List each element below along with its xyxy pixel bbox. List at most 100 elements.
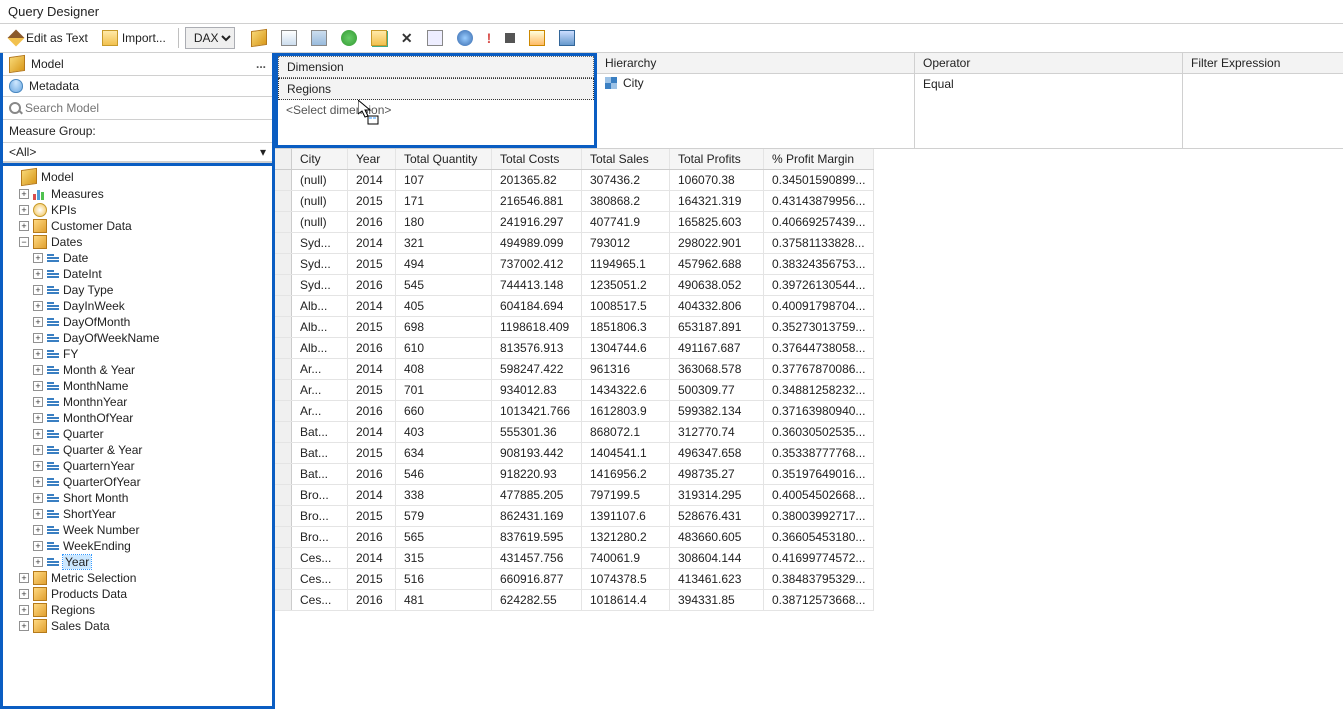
tree-attribute[interactable]: Quarter (63, 427, 104, 441)
cell[interactable]: 201365.82 (492, 170, 582, 191)
cell[interactable]: 0.37163980940... (764, 401, 874, 422)
cell[interactable]: (null) (292, 191, 348, 212)
cell[interactable]: 837619.595 (492, 527, 582, 548)
cell[interactable]: 1018614.4 (582, 590, 670, 611)
cell[interactable]: 2015 (348, 506, 396, 527)
row-header[interactable] (275, 191, 292, 212)
cell[interactable]: 216546.881 (492, 191, 582, 212)
cell[interactable]: 634 (396, 443, 492, 464)
expand-toggle[interactable]: − (19, 237, 29, 247)
cell[interactable]: 1391107.6 (582, 506, 670, 527)
row-header[interactable] (275, 275, 292, 296)
tree-kpis[interactable]: KPIs (51, 203, 76, 217)
expand-toggle[interactable]: + (33, 253, 43, 263)
cell[interactable]: 1008517.5 (582, 296, 670, 317)
tree-attribute[interactable]: DayOfMonth (63, 315, 130, 329)
expand-toggle[interactable]: + (33, 557, 43, 567)
cell[interactable]: Ar... (292, 380, 348, 401)
cell[interactable]: 241916.297 (492, 212, 582, 233)
cell[interactable]: 496347.658 (670, 443, 764, 464)
cell[interactable]: 653187.891 (670, 317, 764, 338)
cell[interactable]: 0.35338777768... (764, 443, 874, 464)
cell[interactable]: 599382.134 (670, 401, 764, 422)
column-header[interactable]: Total Sales (582, 149, 670, 170)
cell[interactable]: 2014 (348, 296, 396, 317)
table-row[interactable]: Bat...2014403555301.36868072.1312770.740… (275, 422, 874, 443)
column-header[interactable]: City (292, 149, 348, 170)
dimension-column[interactable]: Dimension Regions <Select dimension> (275, 53, 597, 148)
row-header[interactable] (275, 317, 292, 338)
cell[interactable]: 2014 (348, 548, 396, 569)
cell[interactable]: 0.36605453180... (764, 527, 874, 548)
cell[interactable]: 405 (396, 296, 492, 317)
cell[interactable]: 2016 (348, 338, 396, 359)
cell[interactable]: 2015 (348, 380, 396, 401)
cell[interactable]: 403 (396, 422, 492, 443)
cell[interactable]: 2016 (348, 464, 396, 485)
cell[interactable]: 0.41699774572... (764, 548, 874, 569)
cell[interactable]: 408 (396, 359, 492, 380)
expand-toggle[interactable]: + (19, 205, 29, 215)
search-input[interactable] (25, 101, 266, 115)
import-button[interactable]: Import... (96, 27, 172, 49)
cell[interactable]: 477885.205 (492, 485, 582, 506)
cell[interactable]: 483660.605 (670, 527, 764, 548)
cell[interactable]: 380868.2 (582, 191, 670, 212)
row-header[interactable] (275, 359, 292, 380)
expand-toggle[interactable]: + (19, 589, 29, 599)
cell[interactable]: Ar... (292, 359, 348, 380)
toolbar-btn-10[interactable] (499, 30, 521, 46)
row-header[interactable] (275, 296, 292, 317)
cell[interactable]: 660 (396, 401, 492, 422)
cell[interactable]: 308604.144 (670, 548, 764, 569)
cell[interactable]: 0.35273013759... (764, 317, 874, 338)
cell[interactable]: 1235051.2 (582, 275, 670, 296)
cell[interactable]: 698 (396, 317, 492, 338)
tree-regions[interactable]: Regions (51, 603, 95, 617)
cell[interactable]: 494989.099 (492, 233, 582, 254)
cell[interactable]: 555301.36 (492, 422, 582, 443)
table-row[interactable]: Bro...2014338477885.205797199.5319314.29… (275, 485, 874, 506)
toolbar-btn-6[interactable]: ✕ (395, 27, 419, 50)
expand-toggle[interactable]: + (33, 413, 43, 423)
cell[interactable]: 481 (396, 590, 492, 611)
cell[interactable]: 1434322.6 (582, 380, 670, 401)
cell[interactable]: 312770.74 (670, 422, 764, 443)
expand-toggle[interactable]: + (19, 221, 29, 231)
toolbar-btn-11[interactable] (523, 27, 551, 49)
results-grid[interactable]: CityYearTotal QuantityTotal CostsTotal S… (275, 149, 1343, 709)
table-row[interactable]: (null)2014107201365.82307436.2106070.380… (275, 170, 874, 191)
cell[interactable]: 490638.052 (670, 275, 764, 296)
cell[interactable]: Bro... (292, 527, 348, 548)
cell[interactable]: 298022.901 (670, 233, 764, 254)
dimension-value[interactable]: Regions (278, 78, 594, 100)
cell[interactable]: 918220.93 (492, 464, 582, 485)
cell[interactable]: 624282.55 (492, 590, 582, 611)
expand-toggle[interactable]: + (19, 573, 29, 583)
tree-customer[interactable]: Customer Data (51, 219, 132, 233)
column-header[interactable]: Total Costs (492, 149, 582, 170)
expand-toggle[interactable]: + (33, 349, 43, 359)
tree-metric[interactable]: Metric Selection (51, 571, 136, 585)
cell[interactable]: 740061.9 (582, 548, 670, 569)
cell[interactable]: 0.39726130544... (764, 275, 874, 296)
cell[interactable]: 579 (396, 506, 492, 527)
cell[interactable]: 604184.694 (492, 296, 582, 317)
cell[interactable]: 908193.442 (492, 443, 582, 464)
row-header[interactable] (275, 443, 292, 464)
tree-products[interactable]: Products Data (51, 587, 127, 601)
row-header[interactable] (275, 170, 292, 191)
tree-measures[interactable]: Measures (51, 187, 104, 201)
table-row[interactable]: Alb...2014405604184.6941008517.5404332.8… (275, 296, 874, 317)
cell[interactable]: 2016 (348, 401, 396, 422)
expand-toggle[interactable]: + (33, 541, 43, 551)
cell[interactable]: 2015 (348, 191, 396, 212)
cell[interactable]: Bro... (292, 485, 348, 506)
table-row[interactable]: (null)2015171216546.881380868.2164321.31… (275, 191, 874, 212)
cell[interactable]: 106070.38 (670, 170, 764, 191)
table-row[interactable]: Syd...2016545744413.1481235051.2490638.0… (275, 275, 874, 296)
table-row[interactable]: Alb...2016610813576.9131304744.6491167.6… (275, 338, 874, 359)
cell[interactable]: 862431.169 (492, 506, 582, 527)
cell[interactable]: 498735.27 (670, 464, 764, 485)
cell[interactable]: Bat... (292, 422, 348, 443)
